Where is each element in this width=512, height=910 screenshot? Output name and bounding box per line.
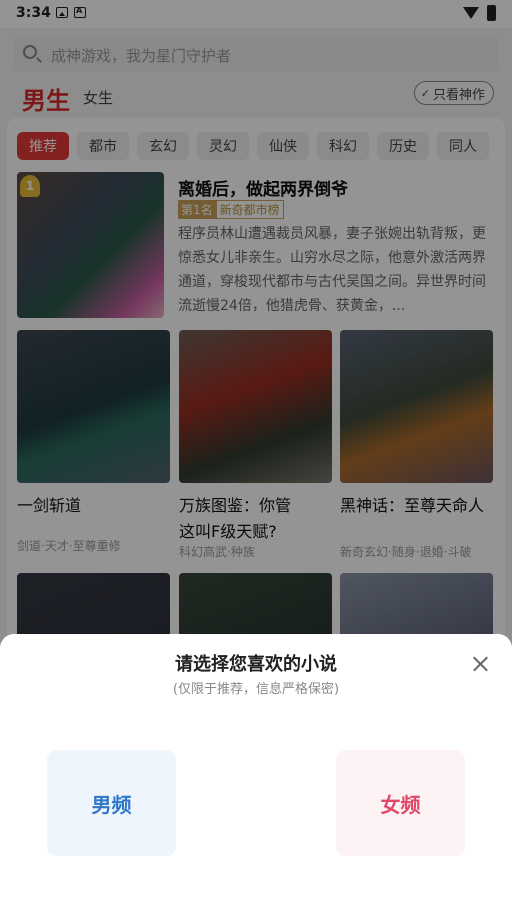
close-icon[interactable] <box>470 654 490 674</box>
female-preference-button[interactable]: 女频 <box>336 750 465 856</box>
male-preference-button[interactable]: 男频 <box>47 750 176 856</box>
preference-sheet: 请选择您喜欢的小说 (仅限于推荐，信息严格保密) 男频 女频 <box>0 634 512 910</box>
sheet-subtitle: (仅限于推荐，信息严格保密) <box>172 682 340 697</box>
sheet-title: 请选择您喜欢的小说 <box>175 654 337 675</box>
